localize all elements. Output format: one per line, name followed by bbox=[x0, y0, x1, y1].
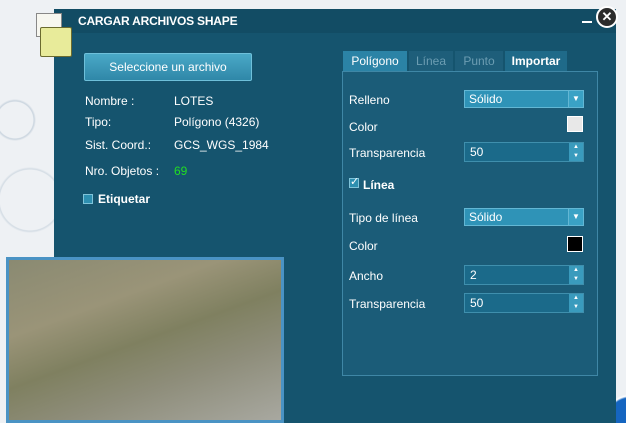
line-color-swatch[interactable] bbox=[567, 236, 583, 252]
shape-file-icon bbox=[36, 13, 72, 57]
objects-count-label: Nro. Objetos : bbox=[85, 164, 160, 178]
coord-system-label: Sist. Coord.: bbox=[85, 138, 152, 152]
line-color-label: Color bbox=[349, 239, 378, 253]
fill-transparency-label: Transparencia bbox=[349, 146, 426, 160]
stepper-down-icon[interactable]: ▼ bbox=[569, 152, 583, 161]
line-width-value: 2 bbox=[470, 268, 477, 282]
tab-line[interactable]: Línea bbox=[409, 51, 453, 71]
fill-type-select[interactable]: Sólido ▼ bbox=[464, 90, 584, 108]
dialog-title: CARGAR ARCHIVOS SHAPE bbox=[78, 14, 238, 28]
line-type-value: Sólido bbox=[469, 210, 503, 224]
shape-preview-map bbox=[6, 257, 284, 423]
line-type-select[interactable]: Sólido ▼ bbox=[464, 208, 584, 226]
tab-import[interactable]: Importar bbox=[505, 51, 567, 71]
chevron-down-icon: ▼ bbox=[568, 91, 583, 107]
tab-point[interactable]: Punto bbox=[455, 51, 503, 71]
fill-label: Relleno bbox=[349, 93, 390, 107]
select-file-button[interactable]: Seleccione un archivo bbox=[84, 53, 252, 81]
label-checkbox-text: Etiquetar bbox=[98, 192, 151, 206]
line-checkbox[interactable]: ✓ bbox=[349, 176, 360, 188]
check-icon: ✓ bbox=[350, 176, 360, 188]
fill-type-value: Sólido bbox=[469, 92, 503, 106]
fill-color-label: Color bbox=[349, 120, 378, 134]
line-checkbox-text: Línea bbox=[363, 178, 395, 192]
line-width-stepper[interactable]: 2 ▲ ▼ bbox=[464, 265, 584, 285]
type-value: Polígono (4326) bbox=[174, 115, 260, 129]
line-type-label: Tipo de línea bbox=[349, 211, 418, 225]
name-label: Nombre : bbox=[85, 94, 135, 108]
close-icon[interactable]: ✕ bbox=[596, 6, 618, 28]
line-width-label: Ancho bbox=[349, 269, 384, 283]
objects-count-value: 69 bbox=[174, 164, 188, 178]
stepper-down-icon[interactable]: ▼ bbox=[569, 303, 583, 312]
chevron-down-icon: ▼ bbox=[568, 209, 583, 225]
label-checkbox[interactable] bbox=[83, 194, 93, 204]
line-transparency-stepper[interactable]: 50 ▲ ▼ bbox=[464, 293, 584, 313]
type-label: Tipo: bbox=[85, 115, 112, 129]
line-transparency-value: 50 bbox=[470, 296, 484, 310]
fill-color-swatch[interactable] bbox=[567, 116, 583, 132]
dialog-titlebar[interactable]: CARGAR ARCHIVOS SHAPE ✕ bbox=[54, 6, 618, 33]
fill-transparency-value: 50 bbox=[470, 145, 484, 159]
stepper-down-icon[interactable]: ▼ bbox=[569, 275, 583, 284]
minimize-icon[interactable] bbox=[582, 13, 592, 23]
fill-transparency-stepper[interactable]: 50 ▲ ▼ bbox=[464, 142, 584, 162]
tab-polygon[interactable]: Polígono bbox=[343, 51, 407, 71]
name-value: LOTES bbox=[174, 94, 214, 108]
line-transparency-label: Transparencia bbox=[349, 297, 426, 311]
coord-system-value: GCS_WGS_1984 bbox=[174, 138, 269, 152]
